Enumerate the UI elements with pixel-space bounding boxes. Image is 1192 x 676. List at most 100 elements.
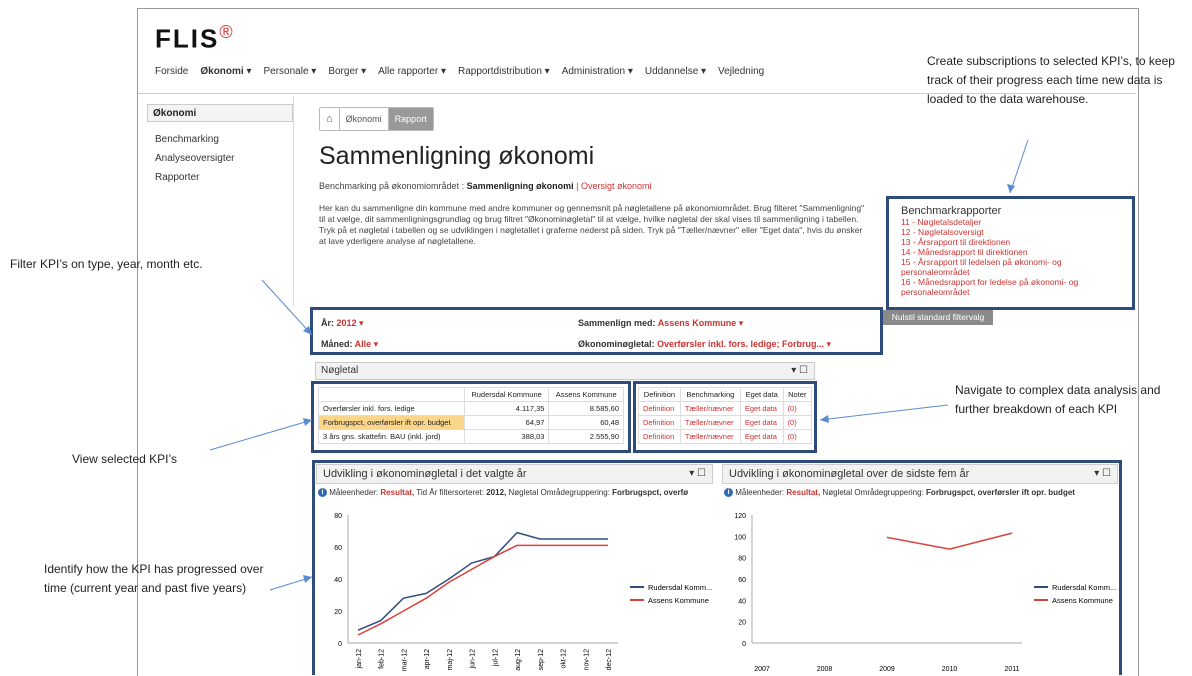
- chart-left-meta: i Måleenheder: Resultat, Tid År filterso…: [318, 488, 713, 498]
- link-oversigt-okonomi[interactable]: Oversigt økonomi: [581, 181, 652, 191]
- y-tick-label: 100: [734, 534, 746, 541]
- x-tick-label: jan-12: [356, 649, 363, 670]
- breadcrumb: ⌂ Økonomi Rapport: [319, 107, 434, 131]
- panel-controls-icon[interactable]: ▾ ☐: [791, 363, 808, 379]
- links-table-header: Benchmarking: [679, 387, 741, 402]
- filter-compare[interactable]: Sammenlign med: Assens Kommune ▾: [578, 318, 743, 329]
- page-description: Her kan du sammenligne din kommune med a…: [319, 203, 865, 246]
- x-tick-label: jun-12: [470, 649, 477, 670]
- annotation-subscriptions: Create subscriptions to selected KPI’s, …: [927, 54, 1175, 106]
- legend-label: Assens Kommune: [1052, 596, 1113, 605]
- kpi-link[interactable]: Eget data: [739, 415, 784, 430]
- benchmark-report-link[interactable]: 11 - Nøgletalsdetaljer: [901, 217, 1120, 227]
- nav-item-7[interactable]: Uddannelse ▾: [645, 66, 706, 77]
- benchmark-report-link[interactable]: 14 - Månedsrapport til direktionen: [901, 247, 1120, 257]
- annotation-filter: Filter KPI’s on type, year, month etc.: [10, 257, 203, 271]
- kpi-name-cell[interactable]: Overførsler inkl. fors. ledige: [318, 401, 465, 416]
- kpi-link[interactable]: (0): [782, 401, 813, 416]
- kpi-value-cell: 60,48: [548, 415, 624, 430]
- x-tick-label: okt-12: [561, 649, 568, 669]
- chart-right-meta: i Måleenheder: Resultat, Nøgletal Område…: [724, 488, 1118, 498]
- links-table-header: Noter: [782, 387, 813, 402]
- annotation-navigate: Navigate to complex data analysis and fu…: [955, 383, 1161, 416]
- home-icon[interactable]: ⌂: [320, 108, 340, 130]
- filter-box: År: 2012 ▾ Måned: Alle ▾ Sammenlign med:…: [310, 307, 883, 355]
- series-line: [357, 544, 608, 636]
- panel-controls-icon[interactable]: ▾ ☐: [1094, 465, 1111, 483]
- nav-item-0[interactable]: Forside: [155, 66, 188, 77]
- x-tick-label: sep-12: [538, 649, 545, 671]
- nav-item-4[interactable]: Alle rapporter ▾: [378, 66, 446, 77]
- x-tick-label: 2011: [1004, 666, 1019, 673]
- y-tick-label: 80: [738, 556, 746, 563]
- y-tick-label: 80: [334, 513, 342, 520]
- nav-item-8[interactable]: Vejledning: [718, 66, 764, 77]
- benchmark-list: 11 - Nøgletalsdetaljer 12 - Nøgletalsover…: [901, 217, 1120, 297]
- kpi-link[interactable]: Eget data: [739, 401, 784, 416]
- kpi-table-header: Rudersdal Kommune: [463, 387, 550, 402]
- nav-item-6[interactable]: Administration ▾: [562, 66, 633, 77]
- series-line: [886, 532, 1013, 550]
- nav-item-2[interactable]: Personale ▾: [264, 66, 317, 77]
- reset-filter-button[interactable]: Nulstil standard filtervalg: [883, 310, 993, 325]
- sidebar-item-analyseoversigter[interactable]: Analyseoversigter: [155, 153, 234, 164]
- nav-item-5[interactable]: Rapportdistribution ▾: [458, 66, 550, 77]
- x-tick-label: dec-12: [606, 649, 613, 671]
- kpi-link[interactable]: Definition: [638, 401, 681, 416]
- table-row: Definition Tæller/nævner Eget data (0): [638, 415, 813, 430]
- table-row[interactable]: 3 års gns. skattefin. BAU (inkl. jord) 38…: [318, 429, 624, 444]
- y-tick-label: 0: [338, 641, 342, 648]
- y-tick-label: 40: [334, 577, 342, 584]
- benchmark-report-link[interactable]: 16 - Månedsrapport for ledelse på økonom…: [901, 277, 1120, 287]
- y-tick-label: 20: [334, 609, 342, 616]
- sidebar-item-rapporter[interactable]: Rapporter: [155, 172, 199, 183]
- x-tick-label: 2008: [817, 666, 833, 673]
- info-icon[interactable]: i: [318, 488, 327, 498]
- y-tick-label: 0: [742, 641, 746, 648]
- x-tick-label: feb-12: [379, 649, 386, 669]
- kpi-link[interactable]: Tæller/nævner: [679, 429, 741, 444]
- benchmark-report-link[interactable]: personaleområdet: [901, 267, 1120, 277]
- kpi-link[interactable]: Definition: [638, 429, 681, 444]
- x-tick-label: jul-12: [492, 649, 499, 667]
- benchmark-report-link[interactable]: 13 - Årsrapport til direktionen: [901, 237, 1120, 247]
- filter-kpi[interactable]: Økonominøgletal: Overførsler inkl. fors.…: [578, 339, 831, 350]
- kpi-link[interactable]: (0): [782, 429, 813, 444]
- x-tick-label: 2007: [754, 666, 770, 673]
- filter-year[interactable]: År: 2012 ▾: [321, 318, 364, 329]
- benchmark-report-link[interactable]: personaleområdet: [901, 287, 1120, 297]
- kpi-link[interactable]: (0): [782, 415, 813, 430]
- kpi-link[interactable]: Definition: [638, 415, 681, 430]
- nav-item-3[interactable]: Borger ▾: [328, 66, 366, 77]
- kpi-link[interactable]: Eget data: [739, 429, 784, 444]
- kpi-name-cell[interactable]: 3 års gns. skattefin. BAU (inkl. jord): [318, 429, 465, 444]
- app-logo[interactable]: FLIS®: [155, 22, 235, 55]
- kpi-value-cell: 4.117,35: [463, 401, 550, 416]
- kpi-panel-header: Nøgletal ▾ ☐: [315, 362, 815, 380]
- y-tick-label: 20: [738, 620, 746, 627]
- filter-month[interactable]: Måned: Alle ▾: [321, 339, 378, 350]
- page-subtitle: Benchmarking på økonomiområdet : Sammenl…: [319, 181, 652, 191]
- benchmark-report-link[interactable]: 12 - Nøgletalsoversigt: [901, 227, 1120, 237]
- breadcrumb-rapport[interactable]: Rapport: [388, 108, 433, 130]
- breadcrumb-okonomi[interactable]: Økonomi: [340, 108, 389, 130]
- annotation-identify: Identify how the KPI has progressed over…: [44, 562, 264, 595]
- panel-controls-icon[interactable]: ▾ ☐: [689, 465, 706, 483]
- table-row[interactable]: Forbrugspct, overførsler ift opr. budget…: [318, 415, 624, 430]
- sidebar-divider: [293, 96, 294, 306]
- x-tick-label: apr-12: [424, 649, 431, 669]
- kpi-value-cell: 388,03: [463, 429, 550, 444]
- chart-left-header: Udvikling i økonominøgletal i det valgte…: [316, 464, 713, 484]
- chart-five-years: 0 20 40 60 80 100 120 2007 2008 2009 2010 2011 Ruder…: [734, 513, 1116, 673]
- nav-item-1[interactable]: Økonomi ▾: [200, 66, 251, 77]
- table-row[interactable]: Overførsler inkl. fors. ledige 4.117,35 8.…: [318, 401, 624, 416]
- sidebar-item-benchmarking[interactable]: Benchmarking: [155, 134, 219, 145]
- legend-label: Rudersdal Komm...: [1052, 583, 1116, 592]
- kpi-name-cell[interactable]: Forbrugspct, overførsler ift opr. budget: [318, 415, 465, 430]
- benchmark-report-link[interactable]: 15 - Årsrapport til ledelsen på økonomi-…: [901, 257, 1120, 267]
- kpi-link[interactable]: Tæller/nævner: [679, 401, 741, 416]
- info-icon[interactable]: i: [724, 488, 733, 498]
- kpi-value-cell: 8.585,60: [548, 401, 624, 416]
- sidebar-title: Økonomi: [147, 104, 293, 122]
- kpi-link[interactable]: Tæller/nævner: [679, 415, 741, 430]
